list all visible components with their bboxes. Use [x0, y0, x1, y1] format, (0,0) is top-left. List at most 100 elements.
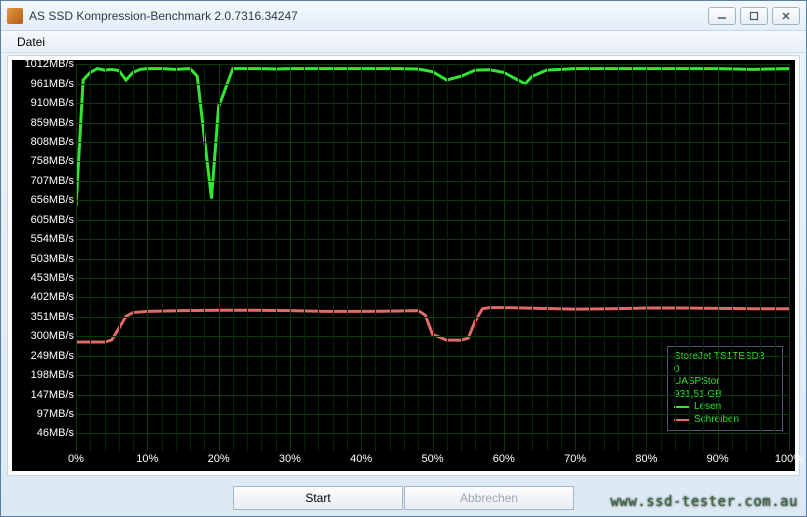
y-axis-label: 961MB/s [31, 78, 76, 90]
legend-box: StoreJet TS1TESD3 0 UASPStor 931,51 GB L… [667, 346, 783, 431]
y-axis-label: 147MB/s [31, 389, 76, 401]
gridline-vertical-minor [689, 64, 690, 451]
x-axis-label: 30% [279, 451, 301, 465]
gridline-vertical-minor [318, 64, 319, 451]
x-axis-label: 70% [564, 451, 586, 465]
gridline-vertical-minor [190, 64, 191, 451]
gridline-vertical [76, 64, 77, 451]
y-axis-label: 707MB/s [31, 175, 76, 187]
y-axis-label: 503MB/s [31, 253, 76, 265]
gridline-vertical-minor [561, 64, 562, 451]
y-axis-label: 46MB/s [37, 427, 76, 439]
y-axis-label: 656MB/s [31, 194, 76, 206]
gridline-vertical [290, 64, 291, 451]
gridline-vertical [504, 64, 505, 451]
gridline-vertical-minor [390, 64, 391, 451]
y-axis-label: 808MB/s [31, 136, 76, 148]
gridline-vertical-minor [375, 64, 376, 451]
close-button[interactable] [772, 7, 800, 25]
abort-button[interactable]: Abbrechen [404, 486, 574, 510]
gridline-vertical [575, 64, 576, 451]
maximize-button[interactable] [740, 7, 768, 25]
gridline-vertical-minor [589, 64, 590, 451]
minimize-button[interactable] [708, 7, 736, 25]
plot-area: StoreJet TS1TESD3 0 UASPStor 931,51 GB L… [76, 64, 789, 451]
y-axis-label: 910MB/s [31, 97, 76, 109]
gridline-vertical-minor [276, 64, 277, 451]
gridline-vertical-minor [119, 64, 120, 451]
gridline-vertical-minor [547, 64, 548, 451]
maximize-icon [749, 11, 759, 21]
gridline-vertical [718, 64, 719, 451]
gridline-vertical-minor [518, 64, 519, 451]
gridline-vertical-minor [604, 64, 605, 451]
gridline-vertical [147, 64, 148, 451]
content-panel: StoreJet TS1TESD3 0 UASPStor 931,51 GB L… [7, 55, 800, 476]
gridline-vertical-minor [675, 64, 676, 451]
window-title: AS SSD Kompression-Benchmark 2.0.7316.34… [29, 9, 708, 23]
gridline-vertical-minor [632, 64, 633, 451]
gridline-vertical-minor [760, 64, 761, 451]
x-axis-label: 20% [208, 451, 230, 465]
x-axis-label: 90% [707, 451, 729, 465]
y-axis-label: 1012MB/s [24, 58, 76, 70]
gridline-vertical-minor [618, 64, 619, 451]
title-bar: AS SSD Kompression-Benchmark 2.0.7316.34… [1, 1, 806, 31]
menu-bar: Datei [1, 31, 806, 53]
x-axis-label: 40% [350, 451, 372, 465]
app-window: AS SSD Kompression-Benchmark 2.0.7316.34… [0, 0, 807, 517]
x-axis-label: 50% [421, 451, 443, 465]
gridline-vertical [361, 64, 362, 451]
gridline-vertical-minor [162, 64, 163, 451]
app-icon [7, 8, 23, 24]
y-axis-label: 402MB/s [31, 291, 76, 303]
y-axis-label: 453MB/s [31, 272, 76, 284]
y-axis-label: 351MB/s [31, 311, 76, 323]
x-axis-label: 80% [635, 451, 657, 465]
y-axis-label: 97MB/s [37, 408, 76, 420]
gridline-vertical-minor [532, 64, 533, 451]
gridline-vertical-minor [732, 64, 733, 451]
gridline-vertical-minor [247, 64, 248, 451]
gridline-vertical-minor [661, 64, 662, 451]
gridline-vertical-minor [775, 64, 776, 451]
legend-read-swatch [674, 406, 690, 408]
gridline-vertical-minor [176, 64, 177, 451]
start-button[interactable]: Start [233, 486, 403, 510]
gridline-vertical-minor [447, 64, 448, 451]
y-axis-label: 249MB/s [31, 350, 76, 362]
gridline-vertical-minor [261, 64, 262, 451]
gridline-vertical [789, 64, 790, 451]
watermark: www.ssd-tester.com.au [610, 494, 798, 510]
gridline-vertical [219, 64, 220, 451]
minimize-icon [717, 11, 727, 21]
gridline-vertical-minor [404, 64, 405, 451]
y-axis-label: 605MB/s [31, 214, 76, 226]
x-axis-label: 60% [493, 451, 515, 465]
legend-write-swatch [674, 419, 690, 421]
window-controls [708, 7, 800, 25]
gridline-vertical-minor [418, 64, 419, 451]
y-axis-label: 758MB/s [31, 155, 76, 167]
gridline-vertical [646, 64, 647, 451]
x-axis-label: 100% [775, 451, 803, 465]
gridline-vertical-minor [746, 64, 747, 451]
y-axis-label: 198MB/s [31, 369, 76, 381]
gridline-vertical-minor [204, 64, 205, 451]
y-axis-label: 859MB/s [31, 117, 76, 129]
gridline-vertical-minor [304, 64, 305, 451]
gridline-vertical-minor [347, 64, 348, 451]
gridline-vertical-minor [703, 64, 704, 451]
x-axis-label: 0% [68, 451, 84, 465]
gridline-vertical [433, 64, 434, 451]
menu-datei[interactable]: Datei [9, 33, 53, 51]
x-axis-label: 10% [136, 451, 158, 465]
gridline-vertical-minor [133, 64, 134, 451]
y-axis-label: 554MB/s [31, 233, 76, 245]
y-axis-label: 300MB/s [31, 330, 76, 342]
close-icon [781, 11, 791, 21]
gridline-vertical-minor [461, 64, 462, 451]
gridline-vertical-minor [490, 64, 491, 451]
gridline-vertical-minor [333, 64, 334, 451]
gridline-vertical-minor [90, 64, 91, 451]
